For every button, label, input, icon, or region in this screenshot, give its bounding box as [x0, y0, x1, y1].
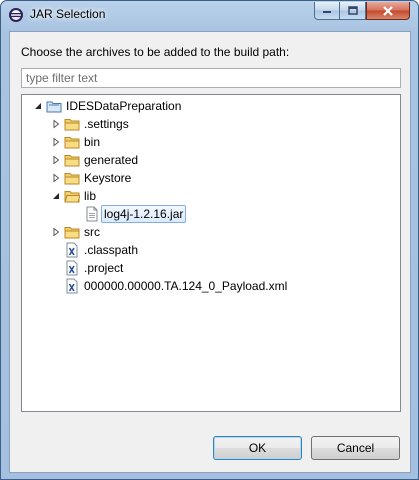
collapsed-arrow-icon[interactable]	[51, 173, 61, 183]
tree-label: bin	[84, 135, 101, 149]
minimize-icon	[323, 10, 331, 13]
maximize-button[interactable]	[340, 2, 366, 20]
minimize-button[interactable]	[314, 2, 340, 20]
file-tree[interactable]: IDESDataPreparation .settings bin genera…	[21, 94, 401, 412]
dialog-window: JAR Selection Choose the archives to be …	[0, 0, 419, 480]
title-bar[interactable]: JAR Selection	[1, 1, 418, 29]
collapsed-arrow-icon[interactable]	[51, 119, 61, 129]
jar-file-icon	[86, 206, 98, 222]
eclipse-icon	[9, 8, 23, 22]
tree-label-selected: log4j-1.2.16.jar	[101, 205, 187, 223]
folder-icon	[64, 173, 80, 185]
tree-label: generated	[84, 153, 139, 167]
expanded-arrow-icon[interactable]	[33, 101, 43, 111]
tree-label: 000000.00000.TA.124_0_Payload.xml	[84, 279, 288, 293]
folder-icon	[64, 227, 80, 239]
folder-icon	[64, 137, 80, 149]
cancel-button[interactable]: Cancel	[311, 436, 400, 460]
collapsed-arrow-icon[interactable]	[51, 227, 61, 237]
prompt-label: Choose the archives to be added to the b…	[21, 45, 290, 59]
xml-file-icon	[66, 260, 78, 276]
tree-label: .project	[84, 261, 124, 275]
open-folder-icon	[64, 191, 80, 203]
tree-label: Keystore	[84, 171, 132, 185]
maximize-icon	[347, 6, 358, 15]
expanded-arrow-icon[interactable]	[51, 191, 61, 201]
collapsed-arrow-icon[interactable]	[51, 137, 61, 147]
folder-icon	[64, 119, 80, 131]
tree-label: .classpath	[84, 243, 139, 257]
tree-label-root: IDESDataPreparation	[66, 99, 182, 113]
dialog-body: Choose the archives to be added to the b…	[9, 31, 411, 473]
ok-button[interactable]: OK	[213, 436, 302, 460]
tree-label: lib	[84, 189, 97, 203]
xml-file-icon	[66, 242, 78, 258]
tree-label: src	[84, 225, 100, 239]
close-button[interactable]	[366, 2, 410, 20]
folder-icon	[64, 155, 80, 167]
filter-input[interactable]	[21, 68, 401, 88]
close-icon	[383, 5, 393, 16]
xml-file-icon	[66, 278, 78, 294]
collapsed-arrow-icon[interactable]	[51, 155, 61, 165]
tree-label: .settings	[84, 117, 129, 131]
window-title: JAR Selection	[30, 7, 106, 21]
project-folder-icon	[46, 101, 62, 113]
